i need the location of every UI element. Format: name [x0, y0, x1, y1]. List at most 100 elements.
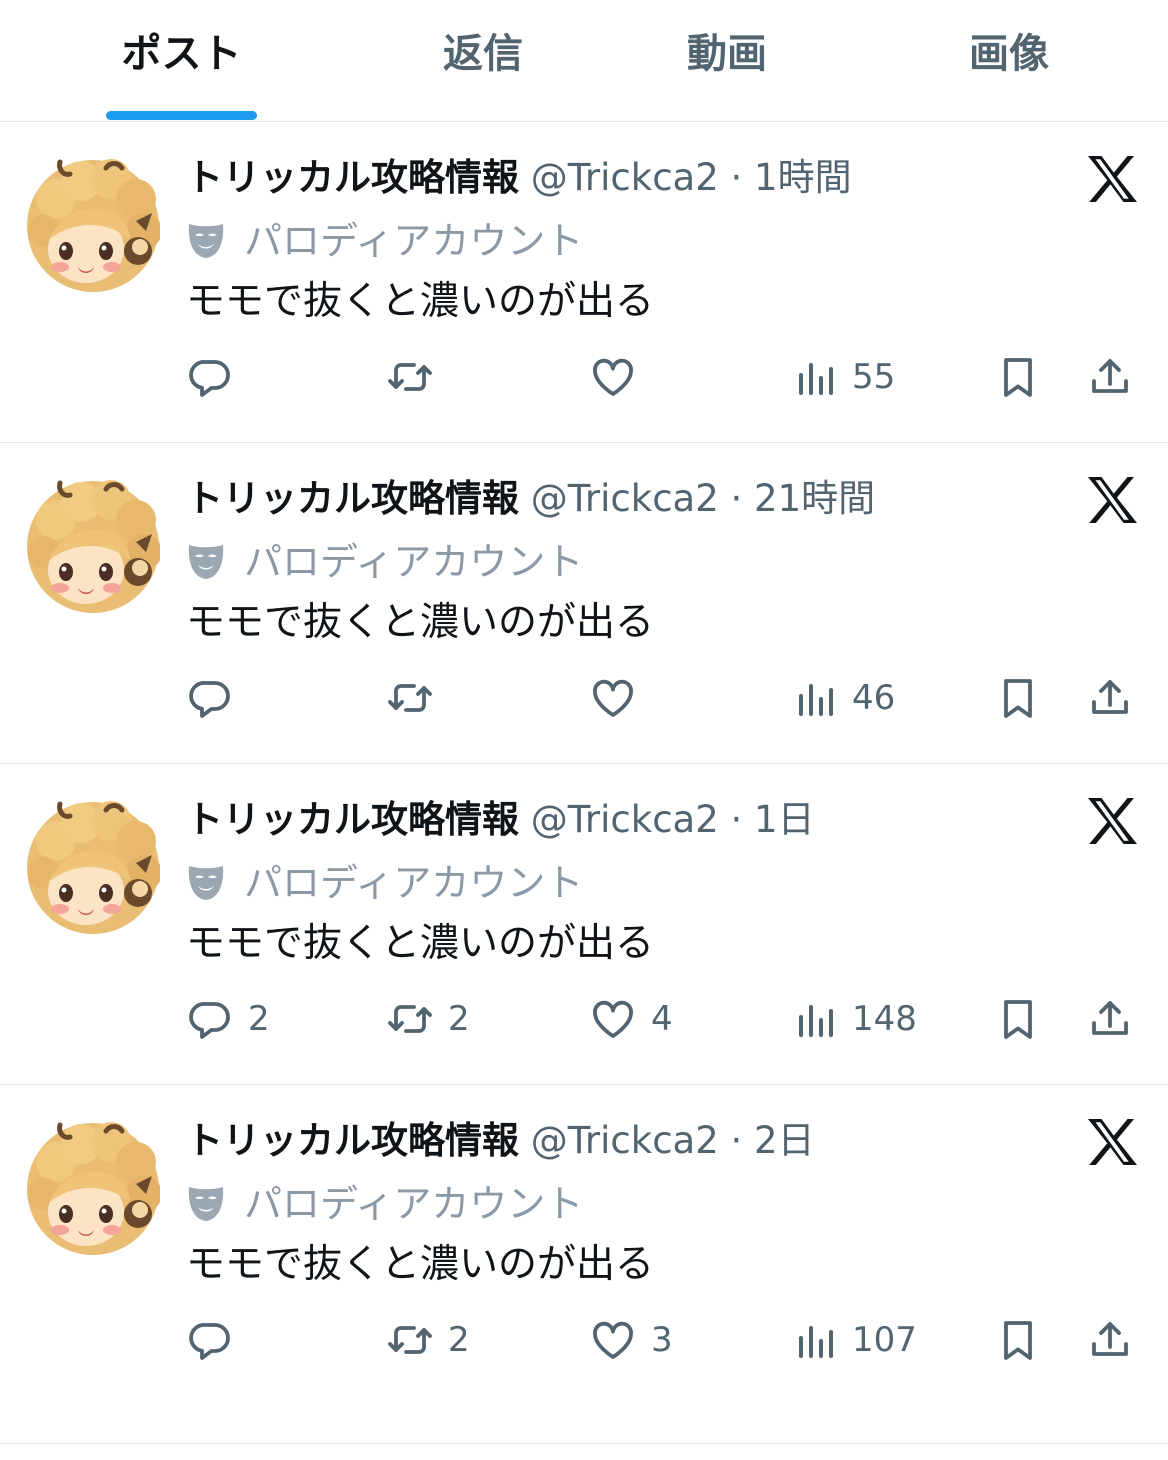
avatar[interactable] [26, 801, 160, 935]
heart-icon [589, 995, 637, 1043]
post-time[interactable]: 2日 [754, 1119, 815, 1162]
separator-dot: · [730, 156, 743, 199]
separator-dot: · [730, 798, 743, 841]
x-logo-icon [1086, 475, 1138, 525]
views-chart-icon [792, 353, 840, 401]
bookmark-icon [994, 1316, 1042, 1364]
reply-button[interactable] [186, 671, 248, 725]
like-button[interactable]: 4 [589, 992, 673, 1046]
bookmark-button[interactable] [994, 1313, 1042, 1367]
tab-replies[interactable]: 返信 [420, 0, 546, 112]
parody-mask-icon [186, 861, 226, 903]
post-text: モモで抜くと濃いのが出る [186, 921, 655, 966]
repost-button[interactable]: 2 [386, 1313, 470, 1367]
heart-icon [589, 353, 637, 401]
view-count: 46 [852, 678, 896, 718]
views-button[interactable]: 55 [792, 350, 895, 404]
post-time[interactable]: 21時間 [754, 477, 875, 520]
bookmark-button[interactable] [994, 350, 1042, 404]
post-item[interactable]: トリッカル攻略情報 @Trickca2 · 2日 パロディアカウント モモで抜く… [0, 1085, 1168, 1444]
parody-label: パロディアカウント [186, 1175, 583, 1233]
repost-icon [386, 353, 434, 401]
repost-icon [386, 995, 434, 1043]
repost-button[interactable]: 2 [386, 992, 470, 1046]
views-button[interactable]: 148 [792, 992, 917, 1046]
view-count: 148 [852, 999, 917, 1039]
bookmark-icon [994, 995, 1042, 1043]
like-count: 4 [651, 999, 673, 1039]
parody-mask-icon [186, 540, 226, 582]
share-icon [1086, 674, 1134, 722]
avatar[interactable] [26, 1122, 160, 1256]
post-item[interactable]: トリッカル攻略情報 @Trickca2 · 1時間 パロディアカウント モモで抜… [0, 122, 1168, 443]
post-header: トリッカル攻略情報 @Trickca2 · 21時間 [186, 469, 875, 529]
display-name[interactable]: トリッカル攻略情報 [186, 477, 519, 520]
parody-text: パロディアカウント [244, 861, 584, 905]
post-header: トリッカル攻略情報 @Trickca2 · 1日 [186, 790, 815, 850]
display-name[interactable]: トリッカル攻略情報 [186, 156, 519, 199]
views-chart-icon [792, 674, 840, 722]
repost-button[interactable] [386, 350, 448, 404]
reply-icon [186, 674, 234, 722]
parody-text: パロディアカウント [244, 1182, 584, 1226]
parody-label: パロディアカウント [186, 212, 583, 270]
post-header: トリッカル攻略情報 @Trickca2 · 1時間 [186, 148, 852, 208]
post-time[interactable]: 1時間 [754, 156, 852, 199]
parody-text: パロディアカウント [244, 219, 584, 263]
share-button[interactable] [1086, 992, 1134, 1046]
x-logo-icon [1086, 796, 1138, 846]
post-header: トリッカル攻略情報 @Trickca2 · 2日 [186, 1111, 815, 1171]
heart-icon [589, 1316, 637, 1364]
reply-icon [186, 353, 234, 401]
share-icon [1086, 353, 1134, 401]
post-time[interactable]: 1日 [754, 798, 815, 841]
repost-count: 2 [448, 1320, 470, 1360]
post-text: モモで抜くと濃いのが出る [186, 1242, 655, 1287]
tab-images[interactable]: 画像 [946, 0, 1072, 112]
active-tab-indicator [106, 111, 257, 120]
tab-posts[interactable]: ポスト [106, 0, 257, 112]
parody-label: パロディアカウント [186, 854, 583, 912]
display-name[interactable]: トリッカル攻略情報 [186, 798, 519, 841]
share-button[interactable] [1086, 1313, 1134, 1367]
share-button[interactable] [1086, 350, 1134, 404]
share-button[interactable] [1086, 671, 1134, 725]
avatar[interactable] [26, 480, 160, 614]
post-text: モモで抜くと濃いのが出る [186, 600, 655, 645]
like-button[interactable]: 3 [589, 1313, 673, 1367]
views-chart-icon [792, 995, 840, 1043]
user-handle[interactable]: @Trickca2 [531, 477, 719, 520]
separator-dot: · [730, 477, 743, 520]
repost-icon [386, 1316, 434, 1364]
bookmark-button[interactable] [994, 992, 1042, 1046]
reply-button[interactable]: 2 [186, 992, 270, 1046]
display-name[interactable]: トリッカル攻略情報 [186, 1119, 519, 1162]
reply-button[interactable] [186, 350, 248, 404]
x-logo-icon [1086, 154, 1138, 204]
reply-button[interactable] [186, 1313, 248, 1367]
like-count: 3 [651, 1320, 673, 1360]
like-button[interactable] [589, 350, 651, 404]
parody-label: パロディアカウント [186, 533, 583, 591]
view-count: 107 [852, 1320, 917, 1360]
post-item[interactable]: トリッカル攻略情報 @Trickca2 · 1日 パロディアカウント モモで抜く… [0, 764, 1168, 1085]
reply-icon [186, 1316, 234, 1364]
bookmark-button[interactable] [994, 671, 1042, 725]
parody-text: パロディアカウント [244, 540, 584, 584]
views-button[interactable]: 107 [792, 1313, 917, 1367]
repost-button[interactable] [386, 671, 448, 725]
heart-icon [589, 674, 637, 722]
views-chart-icon [792, 1316, 840, 1364]
avatar[interactable] [26, 159, 160, 293]
like-button[interactable] [589, 671, 651, 725]
user-handle[interactable]: @Trickca2 [531, 798, 719, 841]
repost-icon [386, 674, 434, 722]
views-button[interactable]: 46 [792, 671, 895, 725]
tab-videos[interactable]: 動画 [664, 0, 790, 112]
user-handle[interactable]: @Trickca2 [531, 156, 719, 199]
user-handle[interactable]: @Trickca2 [531, 1119, 719, 1162]
post-item[interactable]: トリッカル攻略情報 @Trickca2 · 21時間 パロディアカウント モモで… [0, 443, 1168, 764]
parody-mask-icon [186, 1182, 226, 1224]
x-logo-icon [1086, 1117, 1138, 1167]
bookmark-icon [994, 674, 1042, 722]
